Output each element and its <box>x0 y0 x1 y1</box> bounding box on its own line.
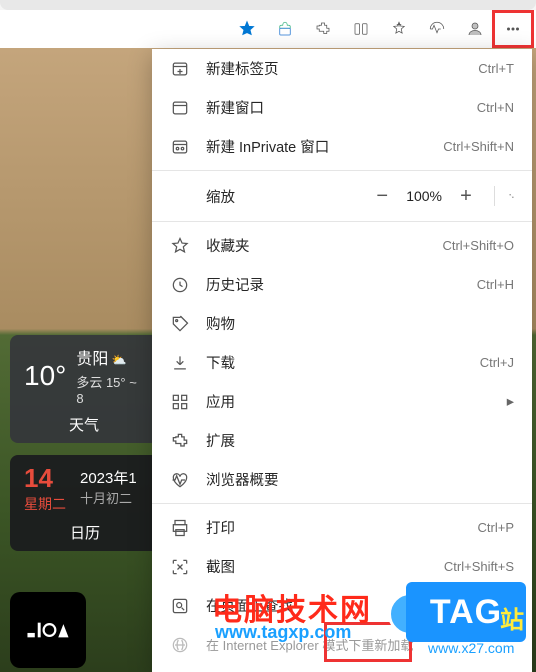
new-tab-shortcut: Ctrl+T <box>478 61 514 76</box>
performance-icon[interactable] <box>420 14 454 44</box>
calendar-day: 14 <box>24 463 66 494</box>
zoom-in-button[interactable]: + <box>456 186 476 206</box>
new-tab-icon <box>170 59 190 79</box>
zoom-percent: 100% <box>406 188 442 204</box>
app-tile[interactable] <box>10 592 86 668</box>
screenshot-icon <box>170 557 190 577</box>
favorites-icon <box>170 236 190 256</box>
inprivate-icon <box>170 137 190 157</box>
shopping-icon <box>170 314 190 334</box>
rewards-icon[interactable] <box>268 14 302 44</box>
zoom-out-button[interactable]: − <box>372 186 392 206</box>
zoom-label: 缩放 <box>206 186 235 207</box>
weather-cloud-icon: ⛅ <box>112 353 127 367</box>
new-window-item[interactable]: 新建窗口 Ctrl+N <box>152 88 532 127</box>
history-item[interactable]: 历史记录 Ctrl+H <box>152 265 532 304</box>
print-icon <box>170 518 190 538</box>
chevron-right-icon: ▸ <box>507 394 514 410</box>
collections-icon[interactable] <box>382 14 416 44</box>
extension-icon <box>170 431 190 451</box>
ie-icon <box>170 635 190 655</box>
weather-temp: 10° <box>24 360 66 392</box>
more-tools-item[interactable]: 更多工具 ▸ <box>152 664 532 672</box>
fullscreen-button[interactable] <box>494 186 514 206</box>
weather-footer: 天气 <box>24 414 144 435</box>
weather-widget[interactable]: 10° 贵阳 ⛅ 多云 15° ~ 8 天气 <box>10 335 160 443</box>
favorite-icon[interactable] <box>230 14 264 44</box>
find-icon <box>170 596 190 616</box>
new-inprivate-label: 新建 InPrivate 窗口 <box>206 136 329 157</box>
watermark-tag: TAG <box>406 582 526 642</box>
calendar-lunar: 十月初二 <box>80 488 137 507</box>
calendar-date: 2023年1 <box>80 467 137 488</box>
favorites-item[interactable]: 收藏夹 Ctrl+Shift+O <box>152 226 532 265</box>
calendar-widget[interactable]: 14 星期二 2023年1 十月初二 日历 <box>10 455 160 551</box>
history-icon <box>170 275 190 295</box>
download-icon <box>170 353 190 373</box>
more-menu-button[interactable] <box>496 14 530 44</box>
new-tab-label: 新建标签页 <box>206 58 279 79</box>
apps-icon <box>170 392 190 412</box>
shopping-item[interactable]: 购物 <box>152 304 532 343</box>
new-window-label: 新建窗口 <box>206 97 264 118</box>
extensions-item[interactable]: 扩展 <box>152 421 532 460</box>
print-item[interactable]: 打印 Ctrl+P <box>152 508 532 547</box>
calendar-footer: 日历 <box>24 522 146 543</box>
profile-icon[interactable] <box>458 14 492 44</box>
browser-essentials-item[interactable]: 浏览器概要 <box>152 460 532 499</box>
screenshot-item[interactable]: 截图 Ctrl+Shift+S <box>152 547 532 586</box>
heartbeat-icon <box>170 470 190 490</box>
weather-desc: 多云 15° ~ 8 <box>76 372 144 406</box>
calendar-weekday: 星期二 <box>24 494 66 514</box>
weather-location: 贵阳 <box>76 351 108 368</box>
apps-item[interactable]: 应用 ▸ <box>152 382 532 421</box>
new-tab-item[interactable]: 新建标签页 Ctrl+T <box>152 49 532 88</box>
downloads-item[interactable]: 下载 Ctrl+J <box>152 343 532 382</box>
extensions-icon[interactable] <box>306 14 340 44</box>
settings-menu: 新建标签页 Ctrl+T 新建窗口 Ctrl+N 新建 InPrivate 窗口… <box>152 49 532 672</box>
new-inprivate-item[interactable]: 新建 InPrivate 窗口 Ctrl+Shift+N <box>152 127 532 166</box>
zoom-row: 缩放 − 100% + <box>152 175 532 217</box>
browser-toolbar <box>0 10 536 48</box>
split-screen-icon[interactable] <box>344 14 378 44</box>
new-window-icon <box>170 98 190 118</box>
